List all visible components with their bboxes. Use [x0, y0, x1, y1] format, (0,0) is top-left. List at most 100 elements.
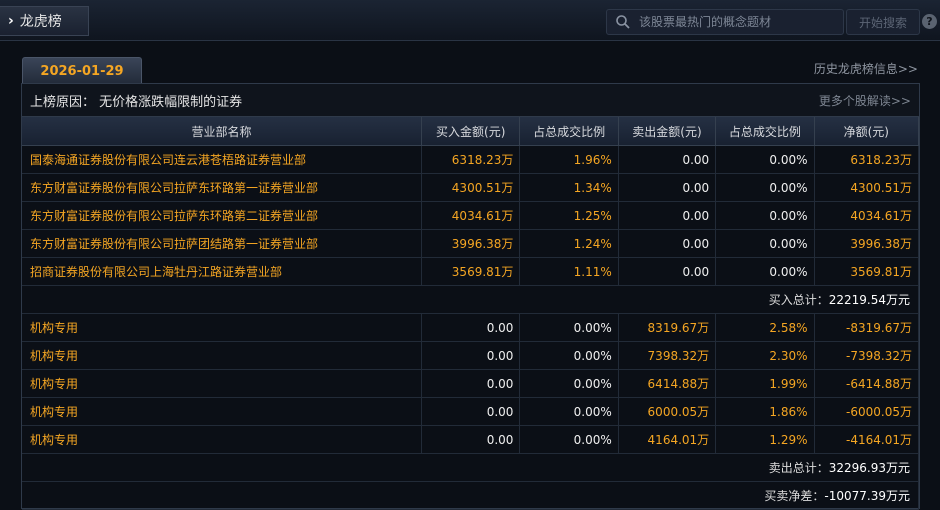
date-tab[interactable]: 2026-01-29 [22, 57, 142, 84]
module-tab[interactable]: › 龙虎榜 [0, 6, 89, 36]
table-row[interactable]: 机构专用 0.00 0.00% 4164.01万 1.29% -4164.01万 [22, 425, 920, 454]
net-amount-cell: -7398.32万 [814, 341, 920, 370]
table-header-row: 营业部名称 买入金额(元) 占总成交比例 卖出金额(元) 占总成交比例 净额(元… [22, 117, 920, 146]
table-row[interactable]: 机构专用 0.00 0.00% 6414.88万 1.99% -6414.88万 [22, 369, 920, 398]
sell-ratio-cell: 2.30% [715, 341, 815, 370]
col-header-sell-amount: 卖出金额(元) [618, 117, 717, 146]
net-diff-row: 买卖净差：-10077.39万元 [22, 481, 919, 510]
branch-name-cell[interactable]: 机构专用 [22, 341, 423, 370]
buy-amount-cell: 4300.51万 [421, 173, 521, 202]
branch-name-cell[interactable]: 机构专用 [22, 397, 423, 426]
branch-name-cell[interactable]: 招商证券股份有限公司上海牡丹江路证券营业部 [22, 257, 423, 286]
buy-amount-cell: 6318.23万 [421, 145, 521, 174]
sell-amount-cell: 0.00 [618, 257, 717, 286]
top-bar: › 龙虎榜 开始搜索 ? [0, 0, 940, 41]
net-amount-cell: -6000.05万 [814, 397, 920, 426]
net-amount-cell: 4034.61万 [814, 201, 920, 230]
reason-value: 无价格涨跌幅限制的证券 [99, 94, 243, 110]
col-header-net: 净额(元) [814, 117, 920, 146]
buy-amount-cell: 3569.81万 [421, 257, 521, 286]
col-header-branch: 营业部名称 [22, 117, 423, 146]
buy-ratio-cell: 0.00% [519, 369, 619, 398]
buy-amount-cell: 0.00 [421, 369, 521, 398]
sell-ratio-cell: 1.99% [715, 369, 815, 398]
buy-ratio-cell: 0.00% [519, 425, 619, 454]
buy-amount-cell: 0.00 [421, 341, 521, 370]
sell-amount-cell: 4164.01万 [618, 425, 717, 454]
sell-amount-cell: 8319.67万 [618, 313, 717, 342]
buy-ratio-cell: 1.25% [519, 201, 619, 230]
table-row[interactable]: 东方财富证券股份有限公司拉萨东环路第二证券营业部 4034.61万 1.25% 0.0… [22, 201, 920, 230]
col-header-buy-amount: 买入金额(元) [421, 117, 521, 146]
buy-amount-cell: 0.00 [421, 425, 521, 454]
buy-ratio-cell: 1.34% [519, 173, 619, 202]
trade-table: 营业部名称 买入金额(元) 占总成交比例 卖出金额(元) 占总成交比例 净额(元… [22, 117, 920, 510]
branch-name-cell[interactable]: 东方财富证券股份有限公司拉萨东环路第一证券营业部 [22, 173, 423, 202]
net-amount-cell: -4164.01万 [814, 425, 920, 454]
sell-ratio-cell: 1.86% [715, 397, 815, 426]
sell-ratio-cell: 2.58% [715, 313, 815, 342]
chevron-right-icon: › [8, 13, 14, 29]
buy-amount-cell: 0.00 [421, 313, 521, 342]
net-diff-value: -10077.39万元 [824, 489, 910, 503]
search-box[interactable] [606, 9, 844, 35]
net-amount-cell: 4300.51万 [814, 173, 920, 202]
branch-name-cell[interactable]: 东方财富证券股份有限公司拉萨团结路第一证券营业部 [22, 229, 423, 258]
more-analysis-link[interactable]: 更多个股解读>> [819, 92, 911, 109]
sell-total-row: 卖出总计：32296.93万元 [22, 453, 919, 482]
net-amount-cell: -8319.67万 [814, 313, 920, 342]
col-header-sell-ratio: 占总成交比例 [715, 117, 815, 146]
net-amount-cell: 3996.38万 [814, 229, 920, 258]
branch-name-cell[interactable]: 机构专用 [22, 369, 423, 398]
branch-name-cell[interactable]: 机构专用 [22, 425, 423, 454]
history-link[interactable]: 历史龙虎榜信息>> [814, 60, 918, 77]
buy-amount-cell: 4034.61万 [421, 201, 521, 230]
buy-ratio-cell: 1.24% [519, 229, 619, 258]
reason-text: 上榜原因： 无价格涨跌幅限制的证券 [30, 91, 242, 110]
search-input[interactable] [637, 14, 841, 30]
buy-ratio-cell: 1.96% [519, 145, 619, 174]
table-row[interactable]: 东方财富证券股份有限公司拉萨团结路第一证券营业部 3996.38万 1.24% 0.0… [22, 229, 920, 258]
buy-ratio-cell: 0.00% [519, 313, 619, 342]
buy-rows: 国泰海通证券股份有限公司连云港苍梧路证券营业部 6318.23万 1.96% 0.00… [22, 145, 920, 286]
help-icon[interactable]: ? [922, 14, 937, 29]
sell-rows: 机构专用 0.00 0.00% 8319.67万 2.58% -8319.67万 机构专用 0… [22, 313, 920, 454]
sell-ratio-cell: 1.29% [715, 425, 815, 454]
table-row[interactable]: 国泰海通证券股份有限公司连云港苍梧路证券营业部 6318.23万 1.96% 0.00… [22, 145, 920, 174]
buy-total-label: 买入总计： [768, 293, 829, 307]
reason-label: 上榜原因： [30, 94, 96, 110]
sell-amount-cell: 6000.05万 [618, 397, 717, 426]
sell-ratio-cell: 0.00% [715, 173, 815, 202]
totals: 卖出总计：32296.93万元 买卖净差：-10077.39万元 [22, 453, 919, 510]
branch-name-cell[interactable]: 东方财富证券股份有限公司拉萨东环路第二证券营业部 [22, 201, 423, 230]
table-row[interactable]: 机构专用 0.00 0.00% 6000.05万 1.86% -6000.05万 [22, 397, 920, 426]
table-row[interactable]: 机构专用 0.00 0.00% 8319.67万 2.58% -8319.67万 [22, 313, 920, 342]
buy-ratio-cell: 0.00% [519, 341, 619, 370]
sell-total-value: 32296.93万元 [828, 461, 910, 475]
net-amount-cell: 3569.81万 [814, 257, 920, 286]
reason-row: 上榜原因： 无价格涨跌幅限制的证券 更多个股解读>> [22, 84, 919, 117]
branch-name-cell[interactable]: 机构专用 [22, 313, 423, 342]
sell-ratio-cell: 0.00% [715, 145, 815, 174]
buy-total: 买入总计：22219.54万元 [22, 285, 919, 314]
table-row[interactable]: 招商证券股份有限公司上海牡丹江路证券营业部 3569.81万 1.11% 0.00 0.… [22, 257, 920, 286]
sell-ratio-cell: 0.00% [715, 201, 815, 230]
col-header-buy-ratio: 占总成交比例 [519, 117, 619, 146]
buy-ratio-cell: 1.11% [519, 257, 619, 286]
search-button[interactable]: 开始搜索 [846, 9, 920, 35]
buy-total-value: 22219.54万元 [828, 293, 910, 307]
branch-name-cell[interactable]: 国泰海通证券股份有限公司连云港苍梧路证券营业部 [22, 145, 423, 174]
net-amount-cell: 6318.23万 [814, 145, 920, 174]
table-row[interactable]: 东方财富证券股份有限公司拉萨东环路第一证券营业部 4300.51万 1.34% 0.0… [22, 173, 920, 202]
sell-amount-cell: 0.00 [618, 173, 717, 202]
sell-total-label: 卖出总计： [768, 461, 829, 475]
table-row[interactable]: 机构专用 0.00 0.00% 7398.32万 2.30% -7398.32万 [22, 341, 920, 370]
net-amount-cell: -6414.88万 [814, 369, 920, 398]
sell-amount-cell: 6414.88万 [618, 369, 717, 398]
net-diff-label: 买卖净差： [764, 489, 825, 503]
sell-amount-cell: 0.00 [618, 145, 717, 174]
search-icon [616, 15, 630, 29]
buy-total-row: 买入总计：22219.54万元 [22, 285, 919, 314]
sell-ratio-cell: 0.00% [715, 229, 815, 258]
sell-ratio-cell: 0.00% [715, 257, 815, 286]
